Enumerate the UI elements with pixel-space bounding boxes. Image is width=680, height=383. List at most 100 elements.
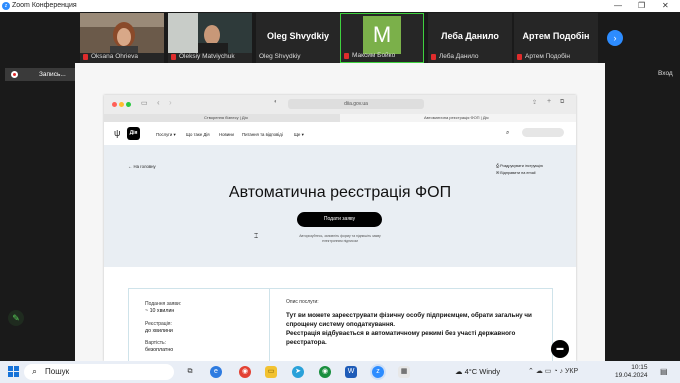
window-title: Zoom Конференция (12, 2, 77, 9)
nav-services[interactable]: Послуги ▾ (156, 132, 176, 138)
tab-overview-icon[interactable]: ⧉ (560, 99, 564, 106)
participant-photo (80, 13, 164, 53)
participant-tile[interactable]: Леба Данило Леба Данило (428, 13, 512, 63)
clock[interactable]: 10:15 19.04.2024 (615, 364, 648, 380)
participant-big-name: Леба Данило (441, 31, 499, 41)
nav-news[interactable]: Новини (219, 132, 234, 137)
participant-name: Леба Данило (439, 53, 479, 60)
back-arrow-icon[interactable]: ‹ (157, 98, 160, 107)
site-header: ψ Дія Послуги ▾ Що таке Дія Новини Питан… (104, 122, 576, 145)
chrome-profile-icon[interactable]: ◉ (319, 366, 331, 378)
chrome-icon[interactable]: ◉ (239, 366, 251, 378)
privacy-icon[interactable]: ◐ (274, 99, 278, 105)
service-description: Опис послуги: Тут ви можете зареєструват… (286, 299, 546, 347)
description-label: Опис послуги: (286, 299, 319, 305)
cost-label: Вартість: (145, 340, 166, 346)
close-dot[interactable] (112, 102, 117, 107)
cost-value: безоплатно (145, 347, 174, 353)
submit-application-button[interactable]: Подати заяву (297, 212, 382, 227)
participant-big-name: Артем Подобін (522, 31, 590, 41)
participant-name: Oleg Shvydkiy (259, 53, 301, 60)
forward-arrow-icon[interactable]: › (169, 98, 172, 107)
participant-tile[interactable]: Oleg Shvydkiy Oleg Shvydkiy (256, 13, 340, 63)
trident-icon: ψ (114, 128, 121, 138)
cloud-sync-icon[interactable]: ☁ (536, 368, 545, 375)
muted-mic-icon (517, 54, 522, 60)
duration-value: ~ 10 хвилин (145, 308, 175, 314)
login-button[interactable] (522, 128, 564, 137)
service-info-card: Подання заяви: ~ 10 хвилин Реєстрація: д… (128, 288, 553, 370)
participant-name: Oleksiy Matviychuk (179, 53, 235, 60)
browser-window: ▭ ‹ › ◐ diia.gov.ua ⇪ + ⧉ Створення бізн… (104, 95, 576, 370)
registration-value: до хвилини (145, 328, 173, 334)
minimize-dot[interactable] (119, 102, 124, 107)
back-label: На головну (133, 164, 156, 169)
close-icon[interactable]: ✕ (662, 1, 669, 10)
search-icon: ⌕ (32, 366, 38, 376)
duration-label: Подання заяви: (145, 301, 182, 307)
taskbar-search[interactable]: ⌕ Пошук (24, 364, 174, 380)
url-text: diia.gov.ua (344, 101, 368, 107)
task-view-icon[interactable]: ⧉ (184, 366, 196, 378)
sidebar-icon[interactable]: ▭ (141, 99, 148, 107)
maximize-icon[interactable]: ❐ (638, 1, 645, 10)
chat-bubble-icon[interactable]: ▬ (551, 340, 569, 358)
window-title-bar: z Zoom Конференция — ❐ ✕ (0, 0, 680, 12)
nav-more[interactable]: Ще ▾ (294, 132, 304, 138)
tab-business[interactable]: Створення бізнесу | Дія (196, 114, 344, 122)
annotate-pencil-icon[interactable]: ✎ (8, 310, 24, 326)
tab-label: Автоматична реєстрація ФОП | Дія (424, 115, 489, 120)
share-icon[interactable]: ⇪ (532, 99, 537, 106)
page-title: Автоматична реєстрація ФОП (228, 184, 452, 201)
instruction-links: ⎙ Роздрукувати інструкцію ✉ Відправити н… (496, 163, 543, 177)
file-explorer-icon[interactable]: ▭ (265, 366, 277, 378)
zoom-taskbar-icon[interactable]: z (372, 366, 384, 378)
participant-name: Артем Подобін (525, 53, 570, 60)
nav-what-is-diia[interactable]: Що таке Дія (186, 132, 210, 137)
search-icon[interactable]: ⌕ (506, 130, 509, 137)
description-text-1: Тут ви можете зареєструвати фізичну особ… (286, 312, 532, 328)
windows-start-icon[interactable] (8, 366, 20, 378)
participant-tile-active[interactable]: M Максим Бойко (340, 13, 424, 63)
address-bar[interactable]: diia.gov.ua (288, 99, 424, 109)
clock-date: 19.04.2024 (615, 372, 648, 379)
language-indicator[interactable]: УКР (565, 368, 578, 375)
email-label: Відправити на email (500, 171, 536, 175)
email-instruction-link[interactable]: ✉ Відправити на email (496, 170, 543, 177)
enter-label[interactable]: Вход (658, 70, 673, 77)
hero-section: ← На головну ⎙ Роздрукувати інструкцію ✉… (104, 145, 576, 267)
back-link[interactable]: ← На головну (128, 164, 156, 169)
telegram-icon[interactable]: ➤ (292, 366, 304, 378)
participant-tile[interactable]: Oksana Ohrieva (80, 13, 164, 63)
cloud-icon: ☁ (455, 367, 465, 376)
muted-mic-icon (431, 54, 436, 60)
search-label: Пошук (45, 367, 70, 376)
word-icon[interactable]: W (345, 366, 357, 378)
logo-text: Дія (127, 127, 140, 140)
weather-widget[interactable]: ☁ 4°C Windy (455, 367, 500, 376)
edge-icon[interactable]: e (210, 366, 222, 378)
clock-time: 10:15 (631, 364, 648, 371)
weather-text: 4°C Windy (464, 367, 501, 376)
participant-tile[interactable]: Артем Подобін Артем Подобін (514, 13, 598, 63)
notifications-icon[interactable]: ▤ (660, 367, 668, 376)
windows-taskbar: ⌕ Пошук ⧉ e ◉ ▭ ➤ ◉ W z ▦ ☁ 4°C Windy ⌃ … (0, 361, 680, 383)
tab-fop[interactable]: Автоматична реєстрація ФОП | Дія (340, 114, 576, 122)
participant-tile[interactable]: Oleksiy Matviychuk (168, 13, 252, 63)
chevron-up-icon[interactable]: ⌃ (528, 368, 536, 375)
service-facts: Подання заяви: ~ 10 хвилин Реєстрація: д… (129, 289, 270, 369)
minimize-icon[interactable]: — (614, 1, 622, 10)
tab-label: Створення бізнесу | Дія (204, 115, 248, 120)
muted-mic-icon (344, 53, 349, 59)
description-text-2: Реєстрація відбувається в автоматичному … (286, 330, 516, 346)
new-tab-icon[interactable]: + (547, 98, 551, 105)
nav-faq[interactable]: Питання та відповіді (242, 132, 283, 137)
app-icon[interactable]: ▦ (398, 366, 410, 378)
mouse-cursor-icon: ⌶ (254, 233, 259, 240)
site-logo[interactable]: ψ Дія (114, 127, 140, 140)
registration-label: Реєстрація: (145, 321, 172, 327)
next-participants-button[interactable]: › (607, 30, 623, 46)
zoom-dot[interactable] (126, 102, 131, 107)
print-instruction-link[interactable]: ⎙ Роздрукувати інструкцію (496, 163, 543, 170)
zoom-app-icon: z (2, 2, 10, 10)
